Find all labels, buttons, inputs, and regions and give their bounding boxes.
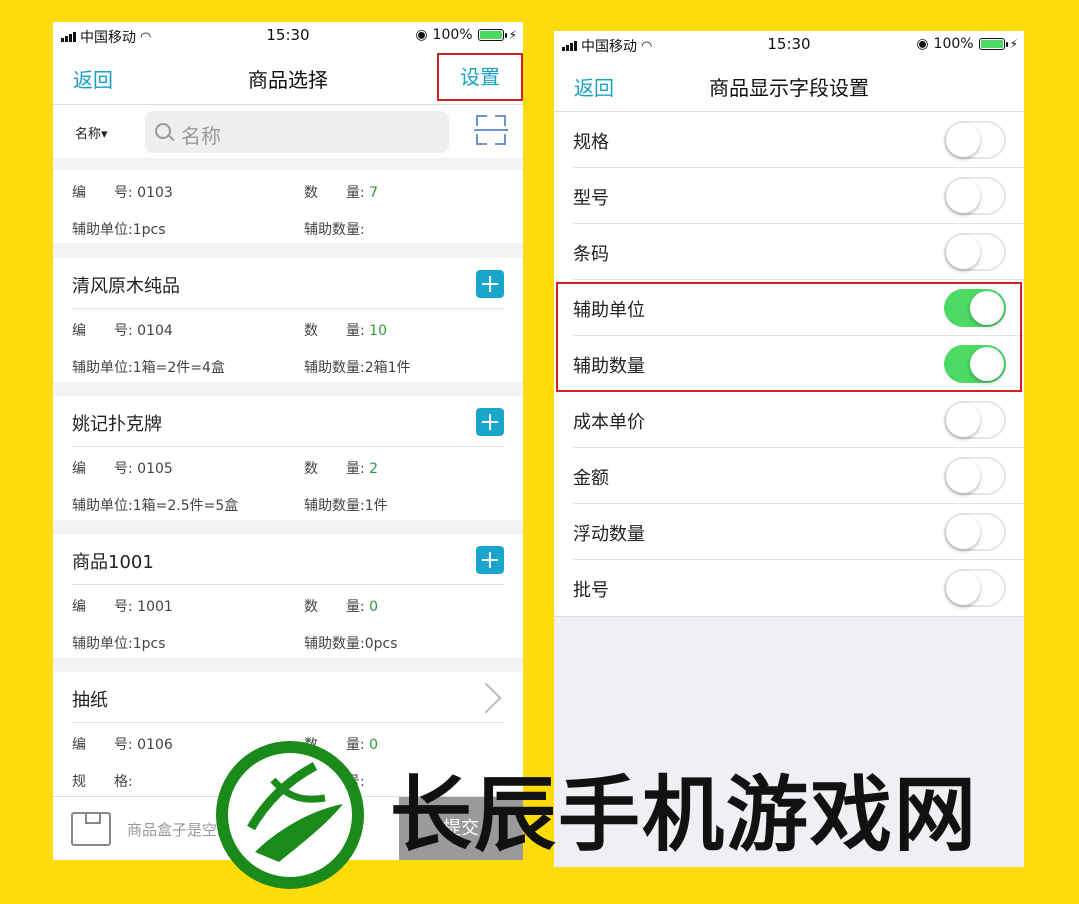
field-switch[interactable]: [944, 177, 1006, 215]
field-switch[interactable]: [944, 457, 1006, 495]
battery-icon: [477, 29, 507, 41]
box-icon[interactable]: [71, 812, 111, 846]
qty-row: 数 量: 10: [304, 323, 387, 339]
charging-icon: ⚡: [1009, 37, 1018, 51]
search-icon: [155, 123, 171, 139]
chevron-right-icon[interactable]: [470, 682, 502, 714]
field-switch[interactable]: [944, 513, 1006, 551]
unit-row: 辅助单位:1箱=2件=4盒: [72, 360, 225, 376]
settings-button[interactable]: 设置: [437, 53, 523, 101]
field-switch[interactable]: [944, 233, 1006, 271]
spec-row: 规 格:: [72, 774, 133, 790]
product-card[interactable]: 商品1001 编 号: 1001 数 量: 0 辅助单位:1pcs 辅助数量:0…: [53, 534, 523, 658]
product-card[interactable]: 清风原木纯品 编 号: 0104 数 量: 10 辅助单位:1箱=2件=4盒 辅…: [53, 258, 523, 382]
add-icon[interactable]: [476, 546, 504, 574]
add-icon[interactable]: [476, 270, 504, 298]
unit-row: 辅助单位:1箱=2.5件=5盒: [72, 498, 239, 514]
code-row: 编 号: 0103: [72, 185, 173, 201]
switch-knob: [946, 235, 980, 269]
switch-knob: [946, 459, 980, 493]
nav-bar: 返回 商品选择 设置: [53, 50, 523, 105]
field-toggle-list: 规格型号条码辅助单位辅助数量成本单价金额浮动数量批号: [554, 112, 1024, 617]
product-card[interactable]: 编 号: 0103 数 量: 7 辅助单位:1pcs 辅助数量:: [53, 170, 523, 243]
aux-qty-row: 辅助数量:2箱1件: [304, 360, 411, 376]
charging-icon: ⚡: [508, 28, 517, 42]
field-label: 型号: [573, 188, 609, 209]
switch-knob: [970, 347, 1004, 381]
product-select-screen: 中国移动 ◠ 15:30 ◉ 100% ⚡ 返回 商品选择 设置 名称▾ 名称 …: [53, 22, 523, 860]
field-label: 辅助数量: [573, 356, 645, 377]
watermark-logo: [216, 741, 364, 889]
battery-icon: [978, 38, 1008, 50]
search-input[interactable]: 名称: [145, 111, 449, 153]
field-toggle-row: 型号: [554, 168, 1024, 224]
product-name: 商品1001: [72, 552, 154, 573]
qty-row: 数 量: 2: [304, 461, 379, 477]
field-label: 成本单价: [573, 412, 645, 433]
product-name: 清风原木纯品: [72, 276, 180, 297]
field-switch[interactable]: [944, 345, 1006, 383]
aux-qty-row: 辅助数量:0pcs: [304, 636, 398, 652]
add-icon[interactable]: [476, 408, 504, 436]
status-bar: 中国移动 ◠ 15:30 ◉ 100% ⚡: [554, 31, 1024, 59]
field-switch[interactable]: [944, 401, 1006, 439]
field-toggle-row: 金额: [554, 448, 1024, 504]
code-row: 编 号: 0104: [72, 323, 173, 339]
field-toggle-row: 辅助单位: [554, 280, 1024, 336]
field-toggle-row: 条码: [554, 224, 1024, 280]
field-label: 规格: [573, 132, 609, 153]
unit-row: 辅助单位:1pcs: [72, 222, 166, 238]
field-toggle-row: 规格: [554, 112, 1024, 168]
qty-row: 数 量: 7: [304, 185, 379, 201]
switch-knob: [946, 515, 980, 549]
battery-percent: 100%: [933, 36, 974, 52]
code-row: 编 号: 0105: [72, 461, 173, 477]
field-switch[interactable]: [944, 569, 1006, 607]
switch-knob: [970, 291, 1004, 325]
product-card[interactable]: 姚记扑克牌 编 号: 0105 数 量: 2 辅助单位:1箱=2.5件=5盒 辅…: [53, 396, 523, 520]
field-label: 批号: [573, 580, 609, 601]
field-toggle-row: 辅助数量: [554, 336, 1024, 392]
switch-knob: [946, 403, 980, 437]
aux-qty-row: 辅助数量:1件: [304, 498, 388, 514]
product-name: 抽纸: [72, 690, 108, 711]
switch-knob: [946, 571, 980, 605]
field-label: 辅助单位: [573, 300, 645, 321]
field-toggle-row: 成本单价: [554, 392, 1024, 448]
field-label: 浮动数量: [573, 524, 645, 545]
field-switch[interactable]: [944, 289, 1006, 327]
field-toggle-row: 批号: [554, 560, 1024, 616]
field-toggle-row: 浮动数量: [554, 504, 1024, 560]
field-settings-screen: 中国移动 ◠ 15:30 ◉ 100% ⚡ 返回 商品显示字段设置 规格型号条码…: [554, 31, 1024, 867]
code-row: 编 号: 0106: [72, 737, 173, 753]
field-label: 金额: [573, 468, 609, 489]
search-field-select[interactable]: 名称▾: [75, 123, 108, 142]
switch-knob: [946, 123, 980, 157]
page-title: 商品显示字段设置: [709, 76, 869, 100]
switch-knob: [946, 179, 980, 213]
rotation-lock-icon: ◉: [415, 27, 428, 43]
scan-icon[interactable]: [474, 115, 508, 145]
field-switch[interactable]: [944, 121, 1006, 159]
rotation-lock-icon: ◉: [916, 36, 929, 52]
search-placeholder: 名称: [181, 124, 221, 148]
qty-row: 数 量: 0: [304, 599, 379, 615]
aux-qty-row: 辅助数量:: [304, 222, 365, 238]
product-name: 姚记扑克牌: [72, 414, 162, 435]
field-label: 条码: [573, 244, 609, 265]
battery-percent: 100%: [432, 27, 473, 43]
code-row: 编 号: 1001: [72, 599, 173, 615]
nav-bar: 返回 商品显示字段设置: [554, 59, 1024, 112]
unit-row: 辅助单位:1pcs: [72, 636, 166, 652]
status-bar: 中国移动 ◠ 15:30 ◉ 100% ⚡: [53, 22, 523, 50]
search-bar: 名称▾ 名称: [53, 105, 523, 158]
watermark-text: 长辰手机游戏网: [390, 768, 979, 863]
